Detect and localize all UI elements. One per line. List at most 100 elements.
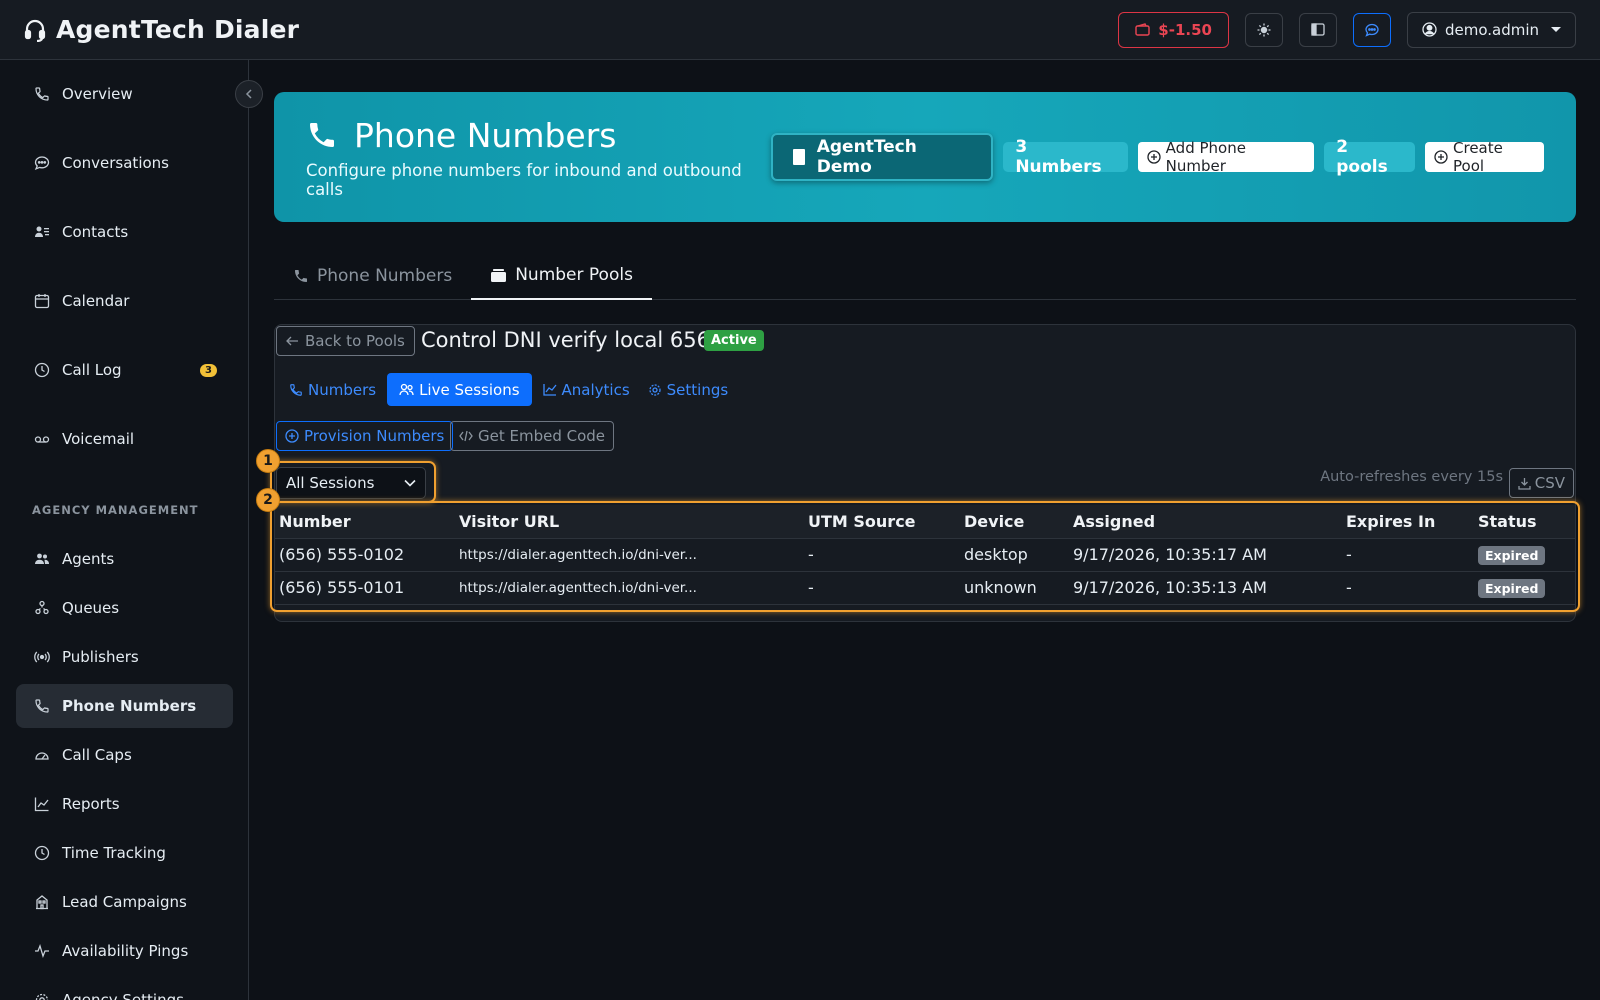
tab-number-pools[interactable]: Number Pools (471, 252, 652, 300)
numbers-count-badge: 3 Numbers (1003, 137, 1128, 177)
plus-circle-icon (285, 429, 299, 443)
caret-down-icon (1551, 27, 1561, 32)
phone-icon (34, 698, 50, 714)
sidebar-item-label: Conversations (62, 154, 169, 172)
sidebar-item-label: Agents (62, 550, 115, 568)
layout-toggle-button[interactable] (1298, 12, 1337, 47)
sidebar-item-contacts[interactable]: Contacts (16, 210, 233, 254)
auto-refresh-note: Auto-refreshes every 15s (1320, 469, 1503, 485)
subtab-live-sessions[interactable]: Live Sessions (387, 373, 532, 406)
back-to-pools-button[interactable]: Back to Pools (276, 326, 415, 356)
organization-name: AgentTech Demo (816, 137, 917, 177)
sidebar-section-label: AGENCY MANAGEMENT (32, 503, 199, 517)
annotation-marker-1: 1 (256, 449, 280, 473)
sidebar-item-label: Call Caps (62, 746, 132, 764)
phone-icon (293, 268, 309, 284)
sidebar-item-time-tracking[interactable]: Time Tracking (16, 831, 233, 875)
sidebar-item-label: Contacts (62, 223, 129, 241)
chat-icon (34, 155, 50, 171)
brand[interactable]: AgentTech Dialer (24, 15, 299, 44)
sidebar-item-call-log[interactable]: Call Log 3 (16, 348, 233, 392)
subtab-analytics[interactable]: Analytics (536, 373, 637, 406)
theme-toggle-button[interactable] (1244, 12, 1283, 47)
phone-icon (289, 383, 303, 397)
chart-icon (542, 383, 557, 396)
sidebar-item-reports[interactable]: Reports (16, 782, 233, 826)
sidebar-item-label: Call Log (62, 361, 122, 379)
broadcast-icon (34, 649, 50, 665)
subtab-label: Numbers (308, 380, 377, 399)
sidebar-item-label: Queues (62, 599, 120, 617)
arrow-left-icon (286, 336, 299, 346)
phone-icon (34, 86, 50, 102)
organization-button[interactable]: AgentTech Demo (770, 133, 994, 181)
page-title: Phone Numbers (354, 115, 617, 155)
sidebar-item-label: Lead Campaigns (62, 893, 187, 911)
chat-icon (1365, 23, 1379, 37)
sidebar-item-label: Reports (62, 795, 120, 813)
calendar-icon (34, 293, 50, 309)
sidebar-item-lead-campaigns[interactable]: Lead Campaigns (16, 880, 233, 924)
annotation-marker-2: 2 (256, 488, 280, 512)
get-embed-code-button[interactable]: Get Embed Code (450, 421, 615, 451)
user-menu-button[interactable]: demo.admin (1406, 11, 1576, 48)
queue-icon (34, 600, 50, 616)
sidebar-item-label: Agency Settings (62, 991, 184, 1000)
count-badge: 3 (200, 363, 217, 377)
sidebar-item-label: Publishers (62, 648, 139, 666)
sidebar-item-call-caps[interactable]: Call Caps (16, 733, 233, 777)
embed-label: Get Embed Code (478, 427, 606, 445)
pool-name: Control DNI verify local 656 (421, 328, 710, 352)
back-label: Back to Pools (305, 332, 405, 350)
building-icon (792, 149, 805, 165)
export-csv-button[interactable]: CSV (1508, 468, 1574, 498)
page-subtitle: Configure phone numbers for inbound and … (306, 160, 742, 199)
pulse-icon (34, 943, 50, 959)
sun-icon (1257, 23, 1271, 37)
gear-icon (648, 383, 662, 397)
tab-label: Number Pools (515, 265, 633, 285)
create-pool-button[interactable]: Create Pool (1425, 139, 1544, 175)
sidebar-item-calendar[interactable]: Calendar (16, 279, 233, 323)
sidebar-item-label: Phone Numbers (62, 697, 197, 715)
sidebar-item-availability-pings[interactable]: Availability Pings (16, 929, 233, 973)
sidebar-item-label: Voicemail (62, 430, 135, 448)
add-phone-number-button[interactable]: Add Phone Number (1137, 139, 1315, 175)
sidebar-item-publishers[interactable]: Publishers (16, 635, 233, 679)
sidebar-collapse-button[interactable] (235, 80, 263, 108)
chat-toggle-button[interactable] (1352, 12, 1391, 47)
user-circle-icon (1422, 22, 1437, 37)
sidebar-layout-icon (1311, 23, 1325, 36)
status-badge: Active (704, 330, 764, 351)
balance-button[interactable]: $-1.50 (1118, 11, 1229, 48)
sidebar-item-agents[interactable]: Agents (16, 537, 233, 581)
highlight-sessions-table (270, 501, 1580, 612)
sidebar-item-phone-numbers[interactable]: Phone Numbers (16, 684, 233, 728)
balance-amount: $-1.50 (1158, 20, 1212, 39)
download-icon (1518, 477, 1531, 490)
create-pool-label: Create Pool (1453, 139, 1503, 175)
sidebar-item-conversations[interactable]: Conversations (16, 141, 233, 185)
provision-label: Provision Numbers (304, 427, 445, 445)
subtab-numbers[interactable]: Numbers (282, 373, 383, 406)
provision-numbers-button[interactable]: Provision Numbers (276, 421, 454, 451)
sidebar-item-queues[interactable]: Queues (16, 586, 233, 630)
plus-circle-icon (1147, 150, 1161, 164)
sidebar-item-voicemail[interactable]: Voicemail (16, 417, 233, 461)
sidebar-item-label: Calendar (62, 292, 130, 310)
subtab-label: Analytics (561, 380, 630, 399)
sidebar-item-overview[interactable]: Overview (16, 72, 233, 116)
code-icon (459, 430, 473, 442)
highlight-session-filter (270, 461, 436, 503)
subtab-settings[interactable]: Settings (641, 373, 736, 406)
add-phone-number-label: Add Phone Number (1165, 139, 1246, 175)
chevron-left-icon (245, 89, 253, 99)
people-icon (399, 383, 414, 396)
contacts-icon (34, 224, 50, 240)
sidebar-item-agency-settings[interactable]: Agency Settings (16, 978, 233, 1000)
tab-phone-numbers[interactable]: Phone Numbers (274, 252, 471, 300)
building-icon (34, 894, 50, 910)
sidebar-item-label: Time Tracking (62, 844, 166, 862)
pool-subtabs: Numbers Live Sessions Analytics Settings (282, 373, 735, 406)
username: demo.admin (1444, 20, 1539, 39)
